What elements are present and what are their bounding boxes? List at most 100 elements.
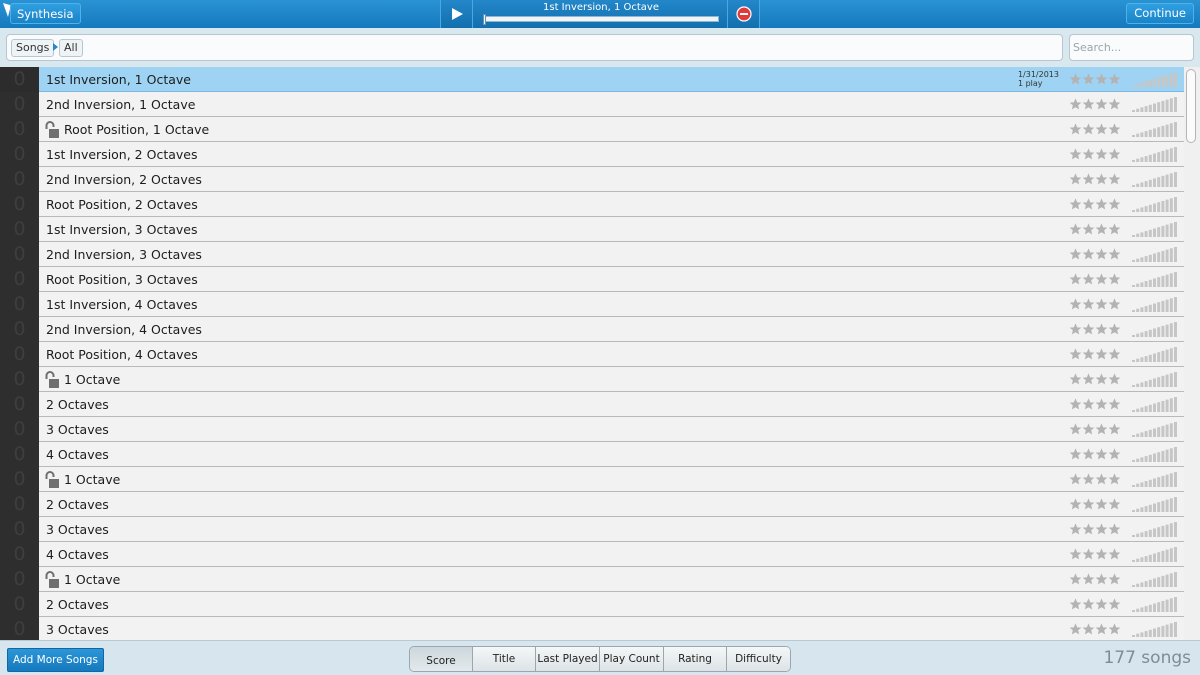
stop-button[interactable] <box>727 0 759 28</box>
star-icon[interactable] <box>1095 471 1108 485</box>
song-row[interactable]: 0 1st Inversion, 4 Octaves <box>0 292 1184 317</box>
star-icon[interactable] <box>1069 596 1082 610</box>
star-icon[interactable] <box>1108 396 1121 410</box>
star-icon[interactable] <box>1082 246 1095 260</box>
star-icon[interactable] <box>1069 396 1082 410</box>
rating-stars[interactable] <box>1069 196 1121 213</box>
star-icon[interactable] <box>1095 596 1108 610</box>
song-row[interactable]: 0 2nd Inversion, 4 Octaves <box>0 317 1184 342</box>
star-icon[interactable] <box>1082 346 1095 360</box>
star-icon[interactable] <box>1108 71 1121 85</box>
song-row[interactable]: 0 2 Octaves <box>0 592 1184 617</box>
star-icon[interactable] <box>1095 421 1108 435</box>
star-icon[interactable] <box>1069 371 1082 385</box>
rating-stars[interactable] <box>1069 446 1121 463</box>
star-icon[interactable] <box>1108 596 1121 610</box>
star-icon[interactable] <box>1069 271 1082 285</box>
star-icon[interactable] <box>1095 571 1108 585</box>
star-icon[interactable] <box>1095 246 1108 260</box>
star-icon[interactable] <box>1069 521 1082 535</box>
rating-stars[interactable] <box>1069 146 1121 163</box>
star-icon[interactable] <box>1108 371 1121 385</box>
star-icon[interactable] <box>1069 571 1082 585</box>
star-icon[interactable] <box>1069 471 1082 485</box>
star-icon[interactable] <box>1082 146 1095 160</box>
star-icon[interactable] <box>1082 296 1095 310</box>
star-icon[interactable] <box>1108 446 1121 460</box>
star-icon[interactable] <box>1069 96 1082 110</box>
star-icon[interactable] <box>1108 546 1121 560</box>
star-icon[interactable] <box>1095 121 1108 135</box>
star-icon[interactable] <box>1108 471 1121 485</box>
star-icon[interactable] <box>1095 346 1108 360</box>
rating-stars[interactable] <box>1069 246 1121 263</box>
star-icon[interactable] <box>1095 96 1108 110</box>
star-icon[interactable] <box>1108 421 1121 435</box>
rating-stars[interactable] <box>1069 571 1121 588</box>
star-icon[interactable] <box>1095 146 1108 160</box>
song-row[interactable]: 0 Root Position, 2 Octaves <box>0 192 1184 217</box>
star-icon[interactable] <box>1069 171 1082 185</box>
star-icon[interactable] <box>1082 271 1095 285</box>
song-list[interactable]: 0 1st Inversion, 1 Octave 1/31/2013 1 play 0… <box>0 67 1184 640</box>
sort-tab-last-played[interactable]: Last Played <box>536 647 600 671</box>
star-icon[interactable] <box>1069 196 1082 210</box>
song-row[interactable]: 0 2nd Inversion, 2 Octaves <box>0 167 1184 192</box>
star-icon[interactable] <box>1108 171 1121 185</box>
rating-stars[interactable] <box>1069 621 1121 638</box>
star-icon[interactable] <box>1108 221 1121 235</box>
star-icon[interactable] <box>1082 71 1095 85</box>
song-row[interactable]: 0 2nd Inversion, 3 Octaves <box>0 242 1184 267</box>
star-icon[interactable] <box>1095 496 1108 510</box>
rating-stars[interactable] <box>1069 396 1121 413</box>
sort-tab-rating[interactable]: Rating <box>664 647 727 671</box>
app-menu-button[interactable]: Synthesia <box>10 3 81 24</box>
song-row[interactable]: 0 3 Octaves <box>0 517 1184 542</box>
star-icon[interactable] <box>1069 496 1082 510</box>
star-icon[interactable] <box>1108 146 1121 160</box>
star-icon[interactable] <box>1082 471 1095 485</box>
playback-progress-slider[interactable] <box>483 14 719 25</box>
star-icon[interactable] <box>1095 621 1108 635</box>
star-icon[interactable] <box>1095 546 1108 560</box>
rating-stars[interactable] <box>1069 321 1121 338</box>
star-icon[interactable] <box>1095 396 1108 410</box>
song-row[interactable]: 0 3 Octaves <box>0 617 1184 640</box>
star-icon[interactable] <box>1082 321 1095 335</box>
star-icon[interactable] <box>1082 546 1095 560</box>
star-icon[interactable] <box>1108 621 1121 635</box>
rating-stars[interactable] <box>1069 596 1121 613</box>
progress-handle[interactable] <box>483 14 486 25</box>
star-icon[interactable] <box>1082 96 1095 110</box>
star-icon[interactable] <box>1082 371 1095 385</box>
song-row[interactable]: 0 1 Octave <box>0 467 1184 492</box>
song-row[interactable]: 0 4 Octaves <box>0 542 1184 567</box>
star-icon[interactable] <box>1108 496 1121 510</box>
song-row[interactable]: 0 1 Octave <box>0 367 1184 392</box>
star-icon[interactable] <box>1082 421 1095 435</box>
song-row[interactable]: 0 Root Position, 1 Octave <box>0 117 1184 142</box>
star-icon[interactable] <box>1108 296 1121 310</box>
song-row[interactable]: 0 2 Octaves <box>0 492 1184 517</box>
sort-tab-title[interactable]: Title <box>473 647 536 671</box>
star-icon[interactable] <box>1082 171 1095 185</box>
rating-stars[interactable] <box>1069 471 1121 488</box>
star-icon[interactable] <box>1069 421 1082 435</box>
star-icon[interactable] <box>1082 521 1095 535</box>
rating-stars[interactable] <box>1069 346 1121 363</box>
star-icon[interactable] <box>1108 196 1121 210</box>
star-icon[interactable] <box>1082 221 1095 235</box>
star-icon[interactable] <box>1095 321 1108 335</box>
song-list-scrollbar[interactable] <box>1184 67 1200 640</box>
star-icon[interactable] <box>1095 171 1108 185</box>
song-row[interactable]: 0 1 Octave <box>0 567 1184 592</box>
rating-stars[interactable] <box>1069 421 1121 438</box>
star-icon[interactable] <box>1069 546 1082 560</box>
rating-stars[interactable] <box>1069 521 1121 538</box>
star-icon[interactable] <box>1095 371 1108 385</box>
star-icon[interactable] <box>1095 446 1108 460</box>
search-input[interactable] <box>1069 34 1194 61</box>
star-icon[interactable] <box>1095 221 1108 235</box>
star-icon[interactable] <box>1108 521 1121 535</box>
rating-stars[interactable] <box>1069 371 1121 388</box>
